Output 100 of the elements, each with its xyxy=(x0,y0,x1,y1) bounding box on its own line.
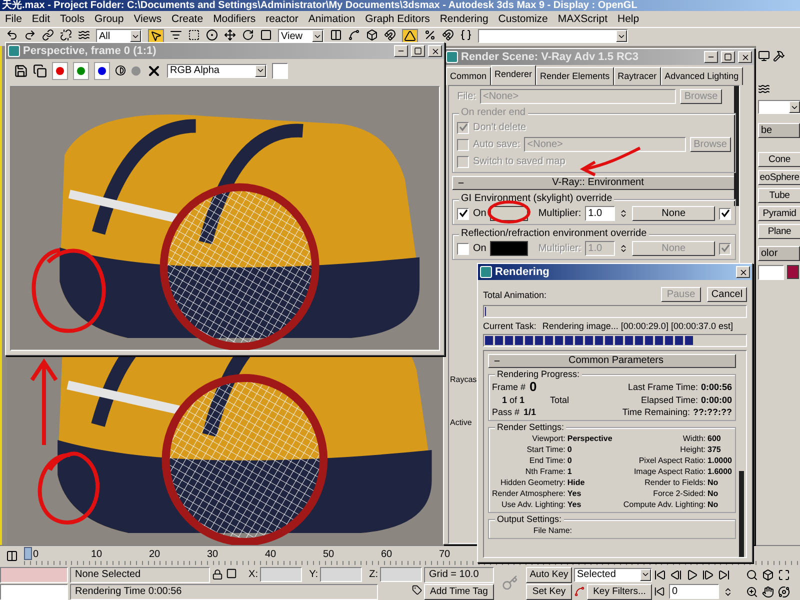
play-icon[interactable] xyxy=(686,568,698,580)
color-swatch[interactable] xyxy=(490,241,528,256)
object-button[interactable]: eoSphere xyxy=(758,170,800,185)
checkbox[interactable] xyxy=(457,208,469,220)
multiplier-field[interactable]: 1.0 xyxy=(585,206,616,221)
key-filters-button[interactable]: Key Filters... xyxy=(587,584,652,600)
move-icon[interactable] xyxy=(224,29,236,41)
menu-item[interactable]: Edit xyxy=(26,13,56,25)
next-frame-icon[interactable] xyxy=(702,568,714,580)
menu-item[interactable]: MAXScript xyxy=(552,13,612,25)
menu-item[interactable]: Animation xyxy=(303,13,360,25)
menu-item[interactable]: Views xyxy=(128,13,167,25)
channel-button[interactable] xyxy=(94,62,110,80)
color-swatch[interactable] xyxy=(272,62,288,79)
half-circle-icon[interactable] xyxy=(115,65,126,76)
box-icon[interactable] xyxy=(762,568,774,580)
percent-icon[interactable] xyxy=(424,29,436,41)
list-icon[interactable] xyxy=(170,29,182,41)
monitor-icon[interactable] xyxy=(758,50,770,62)
menu-item[interactable]: Customize xyxy=(493,13,553,25)
columns-icon[interactable] xyxy=(330,29,342,41)
hammer-icon[interactable] xyxy=(773,50,785,62)
rollout-header[interactable]: olor xyxy=(758,246,800,261)
set-key-button[interactable]: Set Key xyxy=(526,584,572,600)
close-button[interactable] xyxy=(738,51,752,63)
close-button[interactable] xyxy=(428,45,442,57)
script-listener-field[interactable] xyxy=(0,566,68,582)
time-slider-thumb[interactable] xyxy=(24,547,32,560)
unlink-icon[interactable] xyxy=(60,29,72,41)
maximize-icon[interactable] xyxy=(778,568,790,580)
checkbox[interactable] xyxy=(719,242,731,254)
redo-icon[interactable] xyxy=(24,29,36,41)
tag-icon[interactable] xyxy=(412,585,422,595)
square-icon[interactable] xyxy=(226,568,237,578)
add-time-tag-button[interactable]: Add Time Tag xyxy=(424,584,494,600)
orbit-icon[interactable] xyxy=(778,586,790,598)
color-swatch[interactable] xyxy=(787,265,799,279)
spinner-icon[interactable] xyxy=(619,244,628,253)
object-button[interactable]: Tube xyxy=(758,188,800,203)
select-button[interactable] xyxy=(148,29,164,43)
object-button[interactable]: Plane xyxy=(758,224,800,239)
y-field[interactable] xyxy=(320,567,362,582)
menu-item[interactable]: Help xyxy=(612,13,644,25)
maximize-button[interactable] xyxy=(411,45,425,57)
auto-key-button[interactable]: Auto Key xyxy=(526,566,572,582)
script-listener-field[interactable] xyxy=(0,584,68,600)
rollout-header[interactable]: V-Ray:: Environment xyxy=(452,176,736,190)
menu-item[interactable]: Create xyxy=(166,13,208,25)
menu-item[interactable]: Modifiers xyxy=(208,13,261,25)
copy-icon[interactable] xyxy=(33,64,47,78)
dashed-square-icon[interactable] xyxy=(188,29,200,41)
channel-button[interactable] xyxy=(52,62,68,80)
menu-item[interactable]: reactor xyxy=(260,13,304,25)
go-to-start-icon[interactable] xyxy=(654,568,666,580)
object-button[interactable]: Cone xyxy=(758,152,800,167)
tab[interactable]: Advanced Lighting xyxy=(660,67,743,85)
lock-icon[interactable] xyxy=(212,569,223,580)
hand-icon[interactable] xyxy=(762,586,774,598)
x-field[interactable] xyxy=(260,567,302,582)
minimize-button[interactable] xyxy=(704,51,718,63)
menu-item[interactable]: Rendering xyxy=(434,13,494,25)
scrollbar-thumb[interactable] xyxy=(734,86,739,206)
tab[interactable]: Raytracer xyxy=(614,67,661,85)
cancel-button[interactable]: Cancel xyxy=(707,287,747,302)
rotate-icon[interactable] xyxy=(242,29,254,41)
channel-button[interactable] xyxy=(73,62,89,80)
checkbox[interactable] xyxy=(719,208,731,220)
wave-icon[interactable] xyxy=(758,83,770,95)
minimize-button[interactable] xyxy=(394,45,408,57)
go-to-end-icon[interactable] xyxy=(718,568,730,580)
rollout-header[interactable]: be xyxy=(758,123,800,138)
spinner-icon[interactable] xyxy=(619,209,628,218)
selection-filter-dropdown[interactable]: All xyxy=(96,29,142,43)
spinner-icon[interactable] xyxy=(723,586,733,596)
dotted-circle-icon[interactable] xyxy=(206,29,218,41)
frame-field[interactable]: 0 xyxy=(669,584,719,599)
undo-icon[interactable] xyxy=(6,29,18,41)
zoom-icon[interactable] xyxy=(746,568,758,580)
magnet-icon[interactable] xyxy=(442,29,454,41)
checkbox[interactable] xyxy=(457,242,469,254)
coordinate-system-dropdown[interactable]: View xyxy=(278,29,324,43)
tab[interactable]: Common xyxy=(446,67,491,85)
save-icon[interactable] xyxy=(14,64,28,78)
curve-icon[interactable] xyxy=(348,29,360,41)
menu-item[interactable]: File xyxy=(0,13,27,25)
category-dropdown[interactable] xyxy=(758,100,800,114)
menu-item[interactable]: Graph Editors xyxy=(360,13,435,25)
previous-frame-icon[interactable] xyxy=(670,568,682,580)
tab[interactable]: Render Elements xyxy=(536,67,614,85)
rollout-header[interactable]: Common Parameters xyxy=(488,354,736,368)
box-icon[interactable] xyxy=(366,29,378,41)
z-field[interactable] xyxy=(380,567,422,582)
key-mode-dropdown[interactable]: Selected xyxy=(574,568,652,582)
maximize-button[interactable] xyxy=(721,51,735,63)
link-icon[interactable] xyxy=(42,29,54,41)
wave-icon[interactable] xyxy=(78,29,90,41)
menu-item[interactable]: Tools xyxy=(55,13,90,25)
menu-item[interactable]: Group xyxy=(90,13,129,25)
tab[interactable]: Renderer xyxy=(490,65,536,85)
close-button[interactable] xyxy=(736,266,750,278)
